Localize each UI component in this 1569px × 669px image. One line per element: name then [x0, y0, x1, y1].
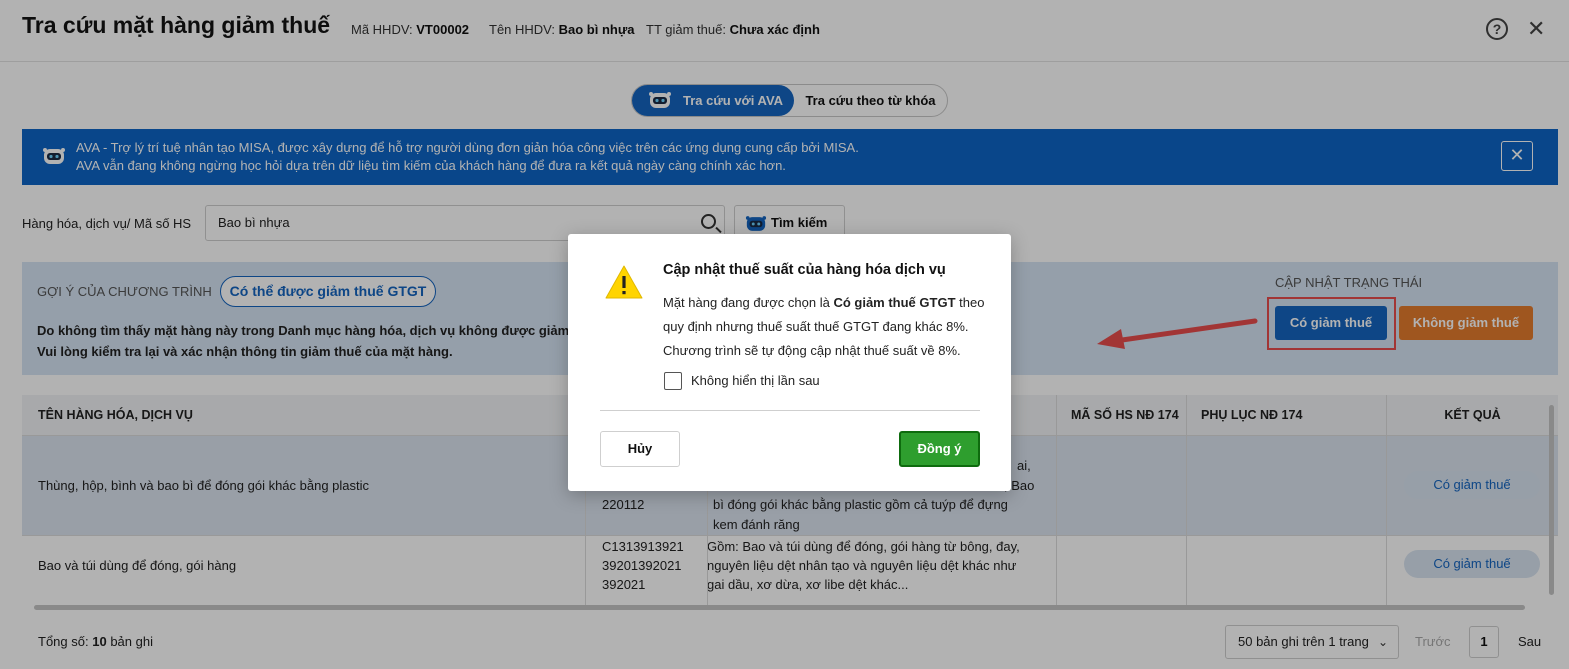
dialog-divider	[600, 410, 980, 411]
dialog-message-line: Mặt hàng đang được chọn là Có giảm thuế …	[663, 295, 984, 310]
confirm-button[interactable]: Đồng ý	[899, 431, 980, 467]
warning-icon	[605, 265, 643, 299]
dont-show-again-label[interactable]: Không hiển thị lần sau	[691, 373, 820, 388]
confirm-dialog: Cập nhật thuế suất của hàng hóa dịch vụ …	[568, 234, 1011, 491]
dialog-text-bold: Có giảm thuế GTGT	[833, 295, 956, 310]
dialog-text: Mặt hàng đang được chọn là	[663, 295, 834, 310]
dialog-title: Cập nhật thuế suất của hàng hóa dịch vụ	[663, 262, 946, 278]
cancel-button[interactable]: Hủy	[600, 431, 680, 467]
dialog-text: theo	[955, 295, 985, 310]
dialog-message-line: quy định nhưng thuế suất thuế GTGT đang …	[663, 319, 969, 334]
dialog-message-line: Chương trình sẽ tự động cập nhật thuế su…	[663, 343, 961, 358]
dont-show-again-checkbox[interactable]	[664, 372, 682, 390]
